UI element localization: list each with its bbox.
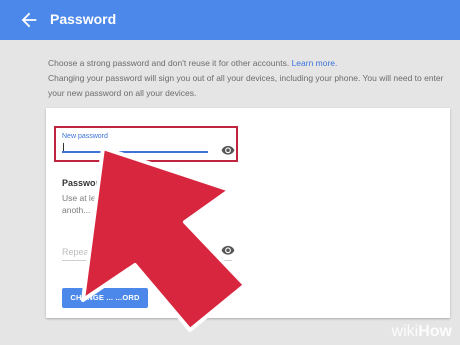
password-card: New password Password Use at lea... Don'… [46, 108, 450, 318]
watermark-how: How [418, 323, 452, 340]
new-password-label: New password [62, 133, 108, 140]
wikihow-watermark: wikiHow [392, 323, 452, 341]
repeat-password-field[interactable]: Repeat n... [62, 247, 106, 257]
intro-line-2: Changing your password will sign you out… [48, 73, 444, 98]
new-password-field[interactable]: New password [54, 126, 238, 162]
password-strength-title: Password [62, 178, 105, 188]
intro-sentence: Choose a strong password and don't reuse… [48, 58, 290, 68]
watermark-wiki: wiki [391, 323, 419, 340]
eye-icon[interactable] [221, 145, 235, 155]
arrow-left-icon[interactable] [18, 9, 40, 31]
intro-line-1: Choose a strong password and don't reuse… [48, 56, 448, 71]
intro-text: Choose a strong password and don't reuse… [48, 56, 448, 101]
top-app-bar: Password [0, 0, 460, 40]
page-title: Password [50, 11, 117, 27]
learn-more-link[interactable]: Learn more. [292, 58, 338, 68]
change-password-button[interactable]: CHANGE ... ...ORD [62, 288, 148, 308]
field-underline [62, 151, 208, 153]
repeat-password-underline [62, 260, 232, 261]
eye-icon-repeat[interactable] [221, 245, 235, 255]
password-strength-hint: Use at lea... Don't use a password from … [62, 193, 211, 215]
